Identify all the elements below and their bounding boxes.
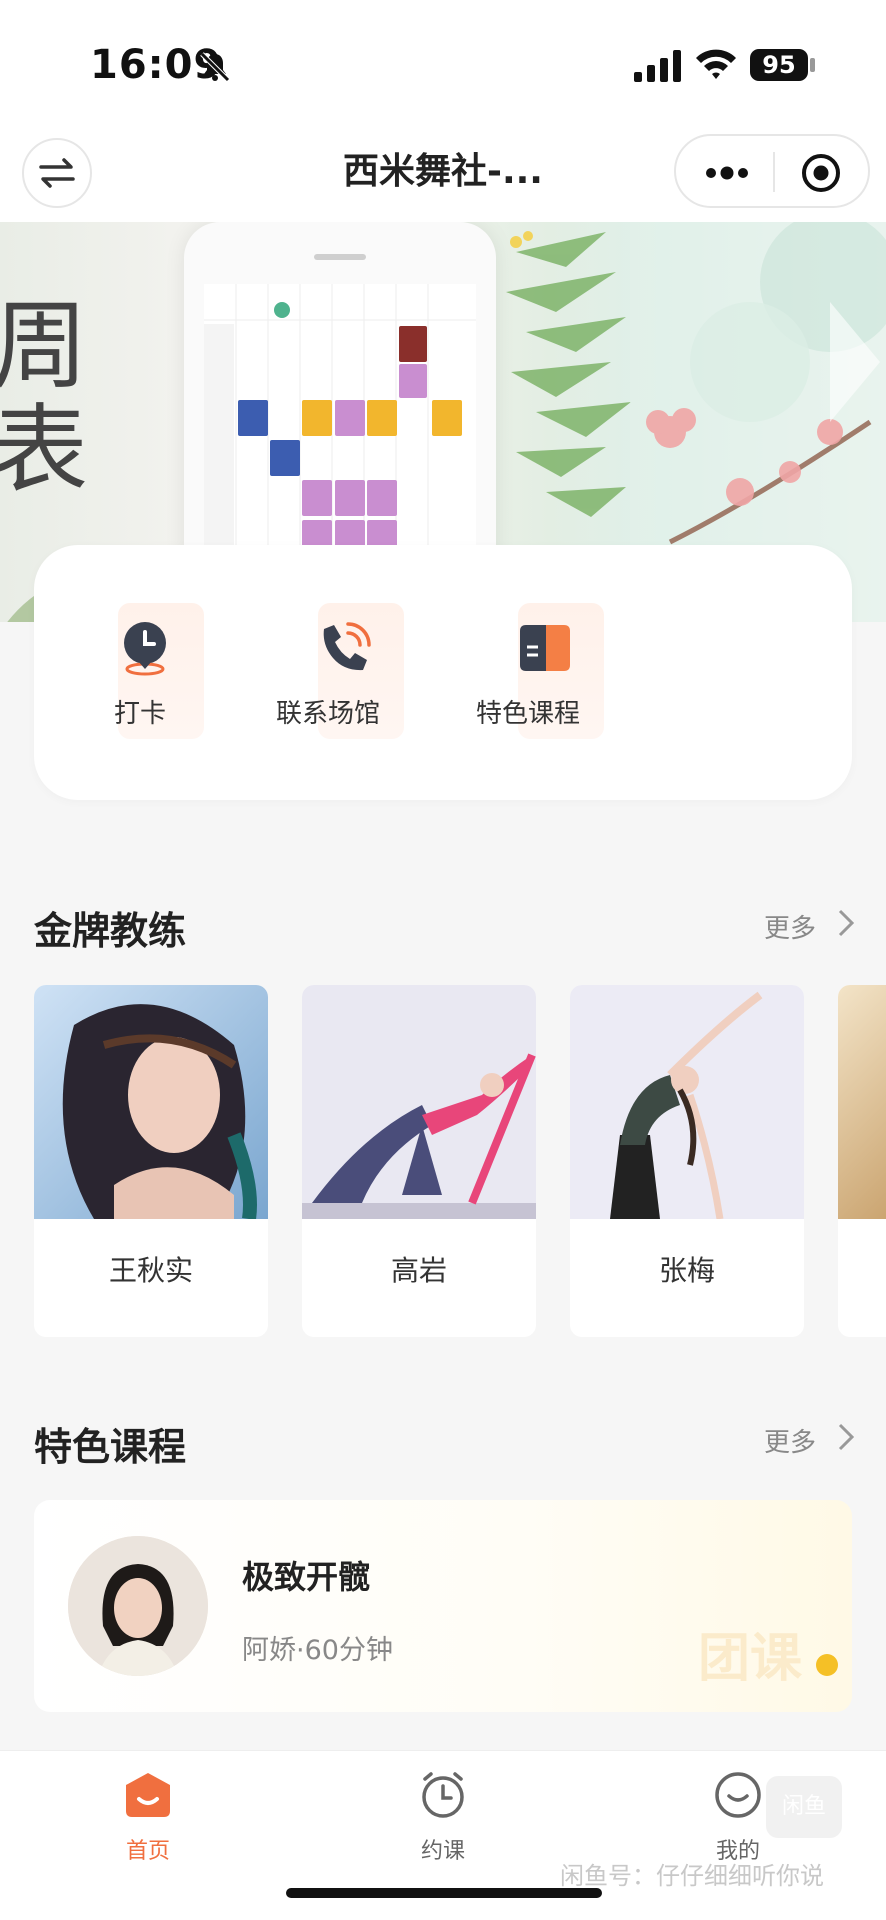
courses-more-link[interactable]: 更多 bbox=[764, 1422, 816, 1459]
quick-action-label: 联系场馆 bbox=[276, 699, 381, 729]
coach-card[interactable]: 张梅 bbox=[570, 985, 804, 1337]
bell-muted-icon bbox=[200, 52, 230, 82]
banner-text-2: 表 bbox=[0, 394, 88, 506]
instructor-avatar bbox=[68, 1536, 208, 1676]
schedule-block bbox=[399, 364, 427, 398]
nav-bar: 西米舞社-... bbox=[0, 120, 886, 222]
home-indicator[interactable] bbox=[286, 1888, 602, 1898]
schedule-block bbox=[367, 400, 397, 436]
coach-card-partial[interactable] bbox=[838, 985, 886, 1337]
schedule-block bbox=[432, 400, 462, 436]
chevron-right-icon[interactable] bbox=[836, 908, 856, 938]
close-miniprogram-icon[interactable] bbox=[800, 152, 842, 194]
schedule-block bbox=[367, 480, 397, 516]
home-icon bbox=[126, 1773, 170, 1817]
alarm-clock-icon bbox=[422, 1772, 464, 1818]
schedule-block bbox=[335, 400, 365, 436]
quick-action-label: 打卡 bbox=[114, 699, 167, 729]
phone-call-icon bbox=[323, 622, 371, 671]
more-dots-icon bbox=[706, 166, 748, 180]
coach-photo bbox=[838, 985, 886, 1219]
tab-label: 首页 bbox=[125, 1839, 170, 1864]
quick-action-contact[interactable]: 联系场馆 bbox=[276, 603, 456, 743]
phone-speaker bbox=[314, 254, 366, 260]
course-meta: 阿娇·60分钟 bbox=[242, 1635, 393, 1666]
course-type-badge: 团课 bbox=[698, 1629, 803, 1689]
smile-face-icon bbox=[715, 1772, 761, 1818]
schedule-block bbox=[302, 480, 332, 516]
coach-card[interactable]: 高岩 bbox=[302, 985, 536, 1337]
switch-button[interactable] bbox=[22, 138, 92, 208]
miniprogram-capsule bbox=[674, 134, 870, 208]
schedule-block bbox=[238, 400, 268, 436]
schedule-block bbox=[335, 480, 365, 516]
section-title-coaches: 金牌教练 bbox=[34, 909, 187, 953]
quick-actions-card: 打卡 联系场馆 特色课程 bbox=[34, 545, 852, 800]
section-title-courses: 特色课程 bbox=[34, 1425, 187, 1469]
book-icon bbox=[520, 625, 570, 671]
tab-home[interactable]: 首页 bbox=[78, 1771, 218, 1881]
schedule-block bbox=[399, 326, 427, 362]
quick-action-featured[interactable]: 特色课程 bbox=[476, 603, 656, 743]
cellular-signal-icon bbox=[634, 50, 681, 82]
battery-cap bbox=[810, 58, 815, 72]
tab-label: 约课 bbox=[420, 1839, 465, 1864]
coach-card[interactable]: 王秋实 bbox=[34, 985, 268, 1337]
tab-booking[interactable]: 约课 bbox=[373, 1771, 513, 1881]
course-card[interactable]: 极致开髋 阿娇·60分钟 团课 bbox=[34, 1500, 852, 1712]
coach-name: 张梅 bbox=[658, 1254, 715, 1287]
coach-photo bbox=[302, 985, 536, 1219]
coaches-more-link[interactable]: 更多 bbox=[764, 908, 816, 945]
schedule-block bbox=[270, 440, 300, 476]
swap-arrows-icon bbox=[39, 158, 75, 188]
clock-pin-icon bbox=[124, 622, 166, 676]
wifi-icon bbox=[696, 49, 736, 79]
coach-name: 王秋实 bbox=[108, 1254, 193, 1287]
page-title: 西米舞社-... bbox=[343, 151, 543, 192]
more-menu-button[interactable] bbox=[702, 158, 752, 188]
watermark-badge: 闲鱼 bbox=[766, 1776, 842, 1838]
status-dot bbox=[816, 1654, 838, 1676]
battery-indicator: 95 bbox=[750, 49, 808, 81]
coach-name: 高岩 bbox=[390, 1254, 447, 1287]
status-bar: 16:09 95 bbox=[0, 0, 886, 120]
coach-photo bbox=[570, 985, 804, 1219]
coach-photo bbox=[34, 985, 268, 1219]
course-title: 极致开髋 bbox=[242, 1558, 371, 1596]
phone-schedule-screen bbox=[204, 284, 476, 584]
watermark-text: 闲鱼号：仔仔细细听你说 bbox=[560, 1862, 824, 1890]
schedule-block bbox=[302, 400, 332, 436]
quick-action-checkin[interactable]: 打卡 bbox=[76, 603, 256, 743]
capsule-divider bbox=[773, 152, 775, 192]
chevron-right-icon[interactable] bbox=[836, 1422, 856, 1452]
quick-action-label: 特色课程 bbox=[476, 699, 581, 729]
